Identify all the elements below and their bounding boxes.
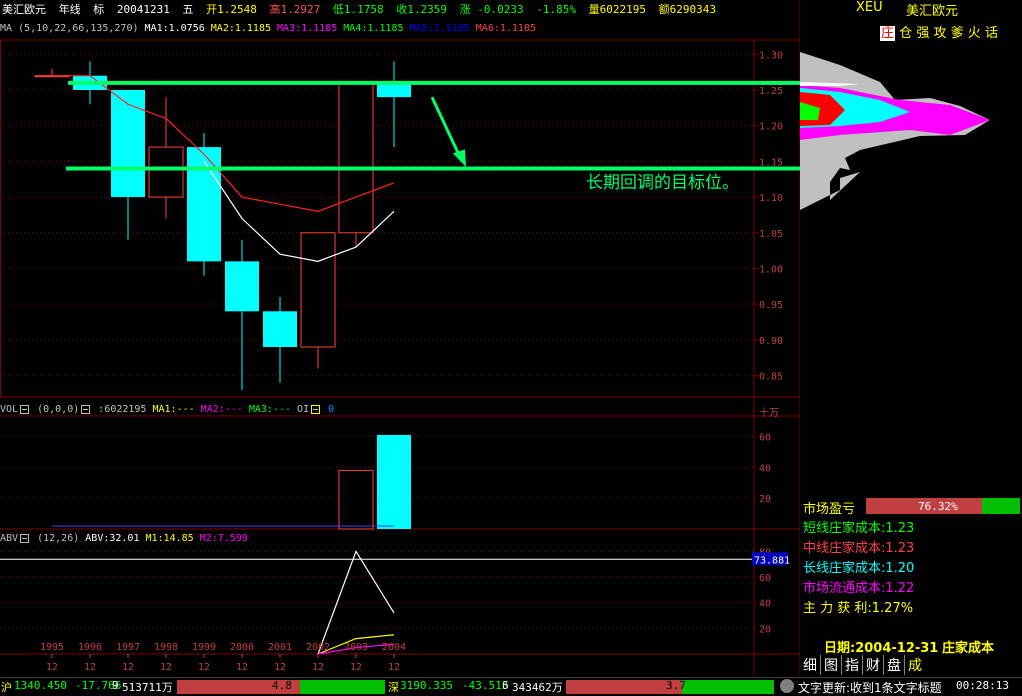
tab-cang[interactable]: 仓: [899, 26, 912, 41]
month-label: 12: [350, 662, 362, 673]
mid-cost: 中线庄家成本:1.23: [803, 541, 915, 556]
news-icon[interactable]: [780, 679, 794, 693]
market-pnl-value: 76.32%: [918, 500, 958, 513]
abv-tick-label: 20: [759, 624, 771, 635]
tab-detail[interactable]: 细: [800, 655, 821, 675]
month-label: 12: [388, 662, 400, 673]
price-tick-label: 0.95: [759, 300, 783, 311]
year-label: 2004: [382, 642, 406, 653]
sz-index: 3190.335: [400, 679, 453, 692]
year-label: 2000: [230, 642, 254, 653]
tab-hua[interactable]: 话: [985, 26, 998, 41]
year-label: 2001: [268, 642, 292, 653]
price-tick-label: 0.90: [759, 336, 783, 347]
tab-qiang[interactable]: 强: [916, 26, 929, 41]
cost-title: 庄家成本: [942, 641, 995, 656]
float-cost: 市场流通成本:1.22: [803, 581, 915, 596]
sh-index: 1340.450: [14, 679, 67, 692]
price-tick-label: 1.20: [759, 122, 783, 133]
sh-label: 沪: [1, 681, 12, 694]
tab-chart[interactable]: 图: [821, 655, 842, 675]
abv-tick-label: 60: [759, 573, 771, 584]
year-label: 1998: [154, 642, 178, 653]
month-label: 12: [46, 662, 58, 673]
candle-body-up: [338, 82, 374, 234]
bottom-tab-bar: 细 图 指 财 盘 成: [800, 655, 1022, 675]
news-ticker[interactable]: 文字更新:收到1条文字标题: [798, 679, 942, 696]
sh-bar-green: [300, 680, 385, 694]
cost-distribution: [800, 52, 990, 210]
long-cost: 长线庄家成本:1.20: [803, 561, 915, 576]
sz-label: 深: [388, 681, 399, 694]
price-tick-label: 1.25: [759, 86, 783, 97]
status-bar: 沪 1340.450 -17.766 9 513711万 4.8 深 3190.…: [0, 677, 1022, 696]
sh-count: 9: [112, 679, 119, 692]
chart-canvas[interactable]: 1.301.251.201.151.101.051.000.950.900.85…: [0, 0, 800, 677]
month-label: 12: [198, 662, 210, 673]
tab-cost[interactable]: 成: [905, 655, 925, 675]
symbol-name: 美汇欧元: [906, 4, 959, 19]
tab-die[interactable]: 爹: [951, 26, 964, 41]
sz-bar-green: [682, 680, 774, 694]
year-label: 2002: [306, 642, 330, 653]
vol-tick-label: 40: [759, 463, 771, 474]
volume-bar-up: [338, 469, 374, 530]
tab-orderbook[interactable]: 盘: [884, 655, 905, 675]
tab-huo[interactable]: 火: [968, 26, 981, 41]
candle-body-down: [377, 82, 411, 98]
clock: 00:28:13: [956, 679, 1009, 692]
month-label: 12: [274, 662, 286, 673]
arrow-head: [453, 149, 466, 167]
sz-count: 6: [502, 679, 509, 692]
vol-tick-label: 60: [759, 433, 771, 444]
candle-body-down: [187, 147, 221, 262]
month-label: 12: [236, 662, 248, 673]
tab-indicator[interactable]: 指: [842, 655, 863, 675]
arrow-shaft: [430, 96, 464, 163]
price-tick-label: 1.30: [759, 50, 783, 61]
market-pnl-bar-green: [982, 498, 1020, 514]
price-tick-label: 0.85: [759, 372, 783, 383]
candle-body-down: [111, 89, 145, 198]
abv-badge-label: 73.881: [754, 555, 790, 566]
tab-finance[interactable]: 财: [863, 655, 884, 675]
year-label: 2003: [344, 642, 368, 653]
month-label: 12: [312, 662, 324, 673]
year-label: 1995: [40, 642, 64, 653]
candle-body-up: [148, 146, 184, 198]
main-profit: 主 力 获 利:1.27%: [803, 601, 914, 616]
sh-bar-value: 4.8: [272, 679, 292, 692]
candle-body-down: [263, 311, 297, 348]
year-label: 1996: [78, 642, 102, 653]
vol-tick-label: 20: [759, 494, 771, 505]
abv-tick-label: 40: [759, 599, 771, 610]
vol-tick-label: 十万: [759, 406, 779, 419]
cost-date: 日期:2004-12-31: [824, 641, 939, 656]
market-pnl-label: 市场盈亏: [803, 502, 856, 517]
month-label: 12: [122, 662, 134, 673]
year-label: 1999: [192, 642, 216, 653]
sz-amount: 343462万: [512, 681, 563, 694]
year-label: 1997: [116, 642, 140, 653]
candle-body-down: [225, 261, 259, 312]
tab-zhuang[interactable]: 庄: [880, 26, 896, 41]
symbol-code: XEU: [856, 0, 883, 15]
sz-bar-value: 3.7: [666, 679, 686, 692]
tab-gong[interactable]: 攻: [933, 26, 946, 41]
sh-amount: 513711万: [122, 681, 173, 694]
annotation-text: 长期回调的目标位。: [586, 173, 739, 193]
short-cost: 短线庄家成本:1.23: [803, 521, 915, 536]
volume-bar-down: [377, 434, 411, 529]
month-label: 12: [160, 662, 172, 673]
price-tick-label: 1.05: [759, 229, 783, 240]
price-tick-label: 1.10: [759, 193, 783, 204]
top-tab-bar: 庄 仓 强 攻 爹 火 话: [880, 22, 998, 41]
month-label: 12: [84, 662, 96, 673]
price-tick-label: 1.00: [759, 264, 783, 275]
candle-body-up: [300, 232, 336, 348]
